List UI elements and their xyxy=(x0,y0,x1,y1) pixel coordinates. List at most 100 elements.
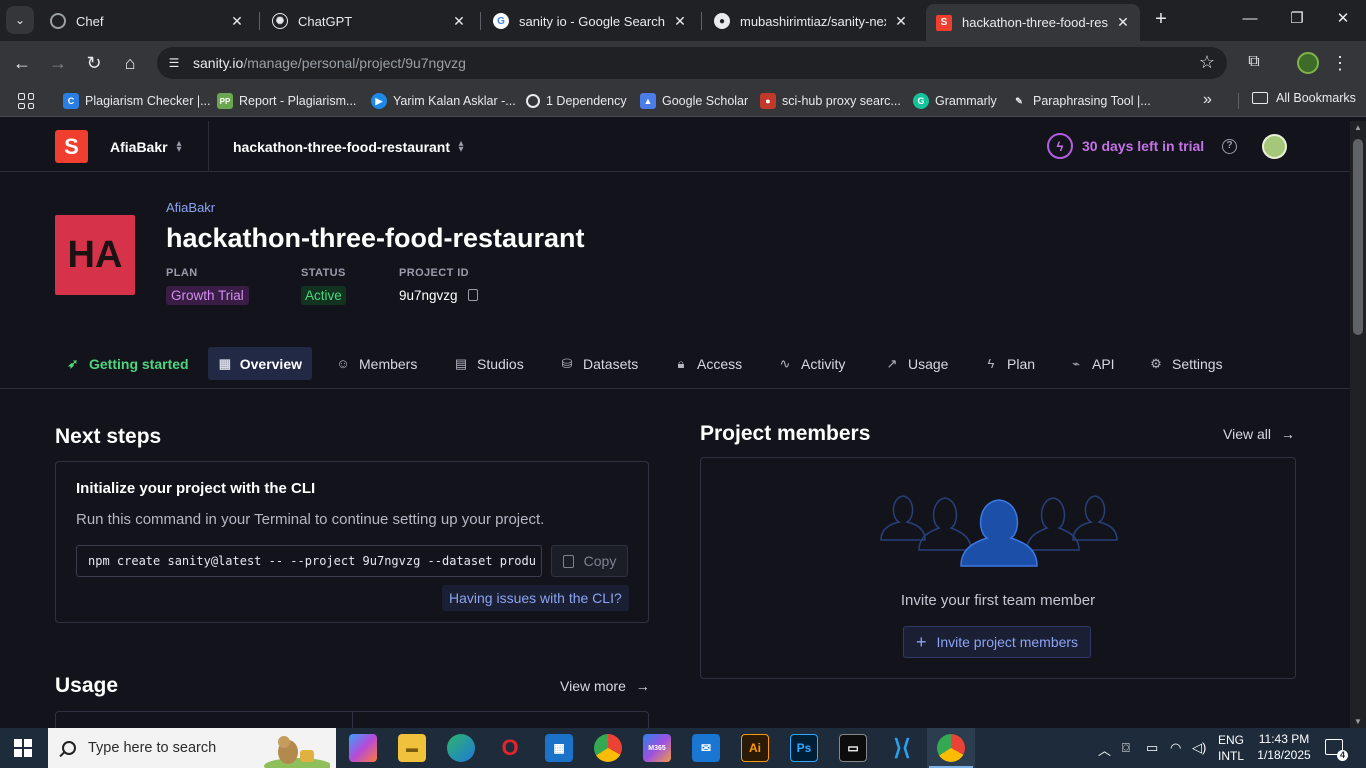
more-bookmarks-icon[interactable]: » xyxy=(1203,91,1212,109)
project-members-card: Invite your first team member + Invite p… xyxy=(700,457,1296,679)
chrome-active-icon[interactable] xyxy=(929,734,973,768)
plug-icon: ⌁ xyxy=(1072,355,1080,371)
scroll-down-icon[interactable]: ▼ xyxy=(1354,717,1362,726)
cli-command-field[interactable]: npm create sanity@latest -- --project 9u… xyxy=(76,545,542,577)
tab-settings[interactable]: ⚙ Settings xyxy=(1138,347,1233,380)
close-window-button[interactable]: ✕ xyxy=(1332,8,1354,30)
user-avatar[interactable] xyxy=(1262,134,1287,159)
copilot-icon[interactable] xyxy=(349,734,377,762)
bookmark-star-icon[interactable]: ☆ xyxy=(1199,52,1215,73)
view-all-members-link[interactable]: View all → xyxy=(1223,426,1295,442)
cli-setup-card: Initialize your project with the CLI Run… xyxy=(55,461,649,623)
back-button[interactable]: ← xyxy=(10,51,34,75)
tab-overview[interactable]: ▦ Overview xyxy=(208,347,312,380)
view-more-link[interactable]: View more → xyxy=(560,678,650,694)
sanity-logo[interactable]: S xyxy=(55,130,88,163)
terminal-icon[interactable]: ▭ xyxy=(839,734,867,762)
tab-datasets[interactable]: ⛁ Datasets xyxy=(549,347,648,380)
notification-icon[interactable]: 4 xyxy=(1325,739,1348,761)
chevron-updown-icon[interactable]: ▴ ▾ xyxy=(456,139,466,155)
photoshop-icon[interactable]: Ps xyxy=(790,734,818,762)
battery-icon[interactable]: ▭ xyxy=(1146,740,1158,756)
taskbar-search[interactable]: Type here to search xyxy=(48,728,336,768)
tray-chevron-icon[interactable]: ︿ xyxy=(1098,740,1111,759)
bookmark-report-plagiarism[interactable]: PP Report - Plagiarism... xyxy=(217,91,356,111)
page-title: hackathon-three-food-restaurant xyxy=(166,223,585,253)
cli-help-link[interactable]: Having issues with the CLI? xyxy=(442,585,629,611)
close-tab-icon[interactable]: ✕ xyxy=(1116,14,1130,31)
bookmark-favicon-icon: C xyxy=(63,93,79,109)
browser-tab-chef[interactable]: Chef ✕ xyxy=(40,6,254,36)
windows-start-icon[interactable] xyxy=(14,739,32,757)
close-tab-icon[interactable]: ✕ xyxy=(673,13,687,30)
volume-icon[interactable]: ◁) xyxy=(1192,740,1206,756)
bookmark-grammarly[interactable]: G Grammarly xyxy=(913,91,997,111)
copy-icon[interactable] xyxy=(468,289,478,301)
opera-icon[interactable]: O xyxy=(496,734,524,762)
close-tab-icon[interactable]: ✕ xyxy=(894,13,908,30)
tab-usage[interactable]: ↗ Usage xyxy=(874,347,958,380)
microsoft-store-icon[interactable]: ▦ xyxy=(545,734,573,762)
breadcrumb-org[interactable]: AfiaBakr xyxy=(166,200,215,215)
all-bookmarks-button[interactable]: All Bookmarks xyxy=(1252,91,1356,105)
close-tab-icon[interactable]: ✕ xyxy=(230,13,244,30)
restore-window-button[interactable]: ❐ xyxy=(1286,8,1308,30)
extensions-icon[interactable]: ⧉ xyxy=(1244,53,1264,73)
forward-button[interactable]: → xyxy=(46,51,70,75)
bookmark-sci-hub[interactable]: ● sci-hub proxy searc... xyxy=(760,91,901,111)
chevron-updown-icon[interactable]: ▴ ▾ xyxy=(174,139,184,155)
meet-now-icon[interactable]: ⌼ xyxy=(1122,740,1130,756)
org-selector[interactable]: AfiaBakr xyxy=(110,139,168,155)
tab-activity[interactable]: ∿ Activity xyxy=(767,347,855,380)
edge-icon[interactable] xyxy=(447,734,475,762)
tab-separator xyxy=(480,12,481,30)
tab-members[interactable]: ☺ Members xyxy=(325,347,427,380)
illustrator-icon[interactable]: Ai xyxy=(741,734,769,762)
project-id-value: 9u7ngvzg xyxy=(399,288,458,303)
close-tab-icon[interactable]: ✕ xyxy=(452,13,466,30)
browser-tab-chatgpt[interactable]: ✺ ChatGPT ✕ xyxy=(262,6,476,36)
mail-icon[interactable]: ✉ xyxy=(692,734,720,762)
browser-menu-icon[interactable]: ⋮ xyxy=(1331,51,1349,75)
profile-avatar[interactable] xyxy=(1297,52,1319,74)
minimize-window-button[interactable]: — xyxy=(1239,8,1261,30)
tab-api[interactable]: ⌁ API xyxy=(1058,347,1125,380)
bookmark-paraphrasing-tool[interactable]: ✎ Paraphrasing Tool |... xyxy=(1011,91,1150,111)
browser-tab-github[interactable]: ● mubashirimtiaz/sanity-nextjs ✕ xyxy=(704,6,918,36)
tab-getting-started[interactable]: ➶ Getting started xyxy=(55,347,199,380)
project-selector[interactable]: hackathon-three-food-restaurant xyxy=(233,139,450,155)
address-bar[interactable]: ☰ sanity.io/manage/personal/project/9u7n… xyxy=(157,47,1227,79)
bookmark-google-scholar[interactable]: ▲ Google Scholar xyxy=(640,91,748,111)
lock-icon: 🔒︎ xyxy=(677,355,685,371)
invite-project-members-button[interactable]: + Invite project members xyxy=(903,626,1091,658)
tab-studios[interactable]: ▤ Studios xyxy=(443,347,534,380)
microsoft-365-icon[interactable]: M365 xyxy=(643,734,671,762)
home-button[interactable]: ⌂ xyxy=(118,51,142,75)
new-tab-button[interactable]: + xyxy=(1150,8,1172,30)
site-info-icon[interactable]: ☰ xyxy=(165,54,183,72)
wifi-icon[interactable]: ◠ xyxy=(1170,740,1181,756)
browser-tab-sanity[interactable]: S hackathon-three-food-restaurant ✕ xyxy=(926,4,1140,41)
bookmark-yarim-kalan[interactable]: ▶ Yarim Kalan Asklar -... xyxy=(371,91,516,111)
help-icon[interactable]: ? xyxy=(1222,139,1237,154)
language-indicator[interactable]: ENG INTL xyxy=(1218,732,1244,764)
browser-tab-google-search[interactable]: G sanity io - Google Search ✕ xyxy=(483,6,697,36)
page-scrollbar[interactable]: ▲ ▼ xyxy=(1350,121,1366,728)
trial-status-link[interactable]: ϟ 30 days left in trial xyxy=(1047,133,1204,159)
taskbar-clock[interactable]: 11:43 PM 1/18/2025 xyxy=(1242,731,1326,763)
tab-search-button[interactable]: ⌄ xyxy=(6,6,34,34)
chrome-icon[interactable] xyxy=(594,734,622,762)
scroll-up-icon[interactable]: ▲ xyxy=(1354,123,1362,132)
apps-grid-icon[interactable] xyxy=(18,93,34,109)
bookmark-plagiarism-checker[interactable]: C Plagiarism Checker |... xyxy=(63,91,211,111)
reload-button[interactable]: ↻ xyxy=(82,51,106,75)
bookmarks-separator xyxy=(1238,93,1239,109)
vscode-icon[interactable]: ⟩⟨ xyxy=(888,734,916,762)
database-icon: ⛁ xyxy=(561,355,573,371)
copy-command-button[interactable]: Copy xyxy=(551,545,628,577)
scrollbar-thumb[interactable] xyxy=(1353,139,1363,335)
tab-access[interactable]: 🔒︎ Access xyxy=(663,347,752,380)
tab-plan[interactable]: ϟ Plan xyxy=(973,347,1045,380)
file-explorer-icon[interactable]: ▬ xyxy=(398,734,426,762)
bookmark-dependency[interactable]: 1 Dependency xyxy=(526,91,627,111)
